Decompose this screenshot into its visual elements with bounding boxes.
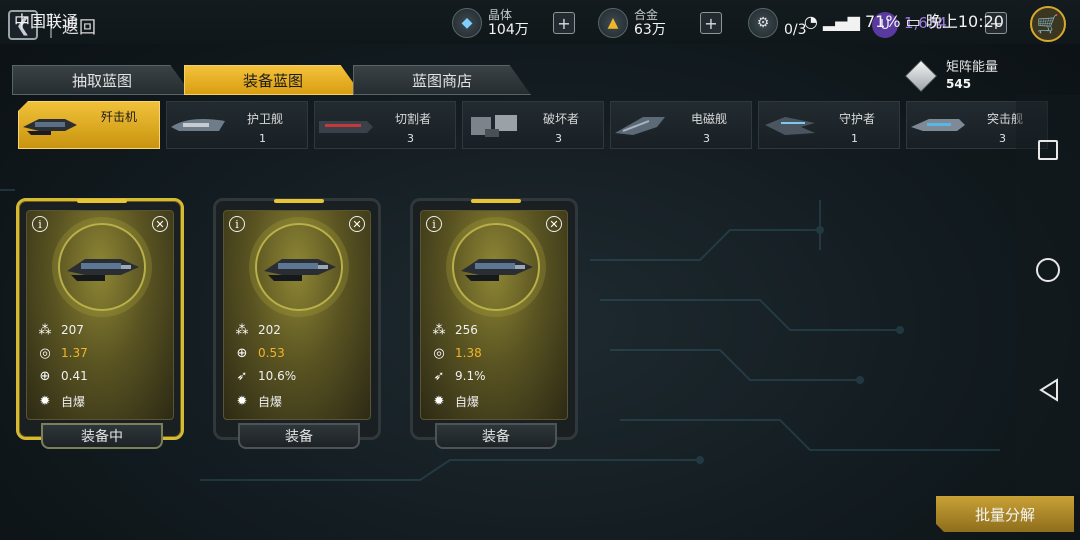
- add-crystal-button[interactable]: +: [553, 12, 575, 34]
- energy-value: 545: [946, 77, 972, 91]
- ship-type-name: 电磁舰: [691, 112, 728, 126]
- ship-type-count: 3: [999, 132, 1006, 145]
- stat-skill: ✹ 自爆: [37, 393, 85, 410]
- ship-type-name: 歼击机: [101, 110, 138, 124]
- equip-button[interactable]: 装备: [435, 423, 557, 449]
- explosion-icon: ✹: [433, 394, 445, 409]
- battery-icon: ▭: [905, 12, 921, 31]
- wifi-icon: ◔: [803, 12, 818, 31]
- emp-ship-icon: [611, 102, 673, 150]
- escort-ship-icon: [167, 102, 229, 150]
- info-icon[interactable]: i: [32, 216, 48, 232]
- engineer-icon: ⚙: [748, 8, 778, 38]
- crosshair-icon: ⊕: [236, 345, 248, 361]
- shield-icon: ◎: [39, 345, 51, 361]
- ship-type-count: 1: [259, 132, 266, 145]
- tab-equip-blueprint[interactable]: 装备蓝图: [184, 65, 362, 95]
- stat-hp: ⁂ 256: [432, 322, 478, 338]
- bulk-dismantle-button[interactable]: 批量分解: [936, 496, 1074, 532]
- energy-label: 矩阵能量: [946, 60, 999, 75]
- tab-draw-blueprint[interactable]: 抽取蓝图: [12, 65, 192, 95]
- battery-percent: 71%: [865, 12, 901, 31]
- cutter-ship-icon: [315, 102, 377, 150]
- cube-icon: [905, 60, 937, 92]
- hp-icon: ⁂: [235, 322, 249, 338]
- ship-type-count: 3: [407, 132, 414, 145]
- info-icon[interactable]: i: [229, 216, 245, 232]
- stat-crit: ➶ 10.6%: [234, 368, 297, 384]
- fighter-ship-icon: [67, 259, 139, 281]
- stat-armor: ◎ 1.38: [431, 345, 481, 361]
- crystal-label: 晶体: [488, 8, 513, 22]
- ship-type-guardian[interactable]: 守护者 1: [758, 101, 900, 149]
- close-icon[interactable]: ✕: [546, 216, 562, 232]
- alloy-resource: ▲ 合金 63万: [598, 6, 666, 40]
- recent-apps-icon[interactable]: [1038, 140, 1058, 160]
- missile-icon: ➶: [236, 368, 248, 384]
- tab-blueprint-shop[interactable]: 蓝图商店: [353, 65, 531, 95]
- hp-icon: ⁂: [432, 322, 446, 338]
- hp-icon: ⁂: [38, 322, 52, 338]
- ship-type-escort[interactable]: 护卫舰 1: [166, 101, 308, 149]
- signal-icon: ▂▄▆: [822, 12, 860, 31]
- crystal-resource: ◆ 晶体 104万: [452, 6, 529, 40]
- ship-type-list: 歼击机 护卫舰 1 切割者 3 破坏者 3 电磁舰 3 守护者 1 突击舰 3: [18, 101, 1050, 149]
- stat-armor: ◎ 1.37: [37, 345, 87, 361]
- shop-cart-icon[interactable]: 🛒: [1030, 6, 1066, 42]
- equip-button[interactable]: 装备: [238, 423, 360, 449]
- explosion-icon: ✹: [236, 394, 248, 409]
- explosion-icon: ✹: [39, 394, 51, 409]
- destroyer-ship-icon: [463, 102, 525, 150]
- blueprint-card[interactable]: i ✕ ⁂ 256 ◎ 1.38 ➶ 9.1% ✹ 自爆 装备: [410, 198, 578, 449]
- crosshair-icon: ⊕: [39, 368, 51, 384]
- ship-type-emp[interactable]: 电磁舰 3: [610, 101, 752, 149]
- clock: 晚上10:20: [925, 12, 1004, 31]
- add-alloy-button[interactable]: +: [700, 12, 722, 34]
- ship-type-fighter[interactable]: 歼击机: [18, 101, 160, 149]
- home-icon[interactable]: [1036, 258, 1060, 282]
- blueprint-card[interactable]: i ✕ ⁂ 207 ◎ 1.37 ⊕ 0.41 ✹ 自爆 装备中: [16, 198, 184, 449]
- fighter-ship-icon: [19, 102, 81, 149]
- stat-accuracy: ⊕ 0.41: [37, 368, 88, 384]
- stat-skill: ✹ 自爆: [431, 393, 479, 410]
- alloy-icon: ▲: [598, 8, 628, 38]
- ship-type-name: 破坏者: [543, 112, 580, 126]
- equipped-button[interactable]: 装备中: [41, 423, 163, 449]
- carrier-name: 中国联通: [14, 12, 79, 31]
- guardian-ship-icon: [759, 102, 821, 150]
- crystal-icon: ◆: [452, 8, 482, 38]
- info-icon[interactable]: i: [426, 216, 442, 232]
- ship-type-name: 护卫舰: [247, 112, 284, 126]
- alloy-label: 合金: [634, 8, 659, 22]
- ship-type-name: 切割者: [395, 112, 432, 126]
- game-screen: ❮ 返回 中国联通 ◆ 晶体 104万 + ▲ 合金 63万 + ⚙ 0/3 U…: [0, 0, 1080, 540]
- ship-type-count: 1: [851, 132, 858, 145]
- crystal-value: 104万: [488, 22, 529, 38]
- alloy-value: 63万: [634, 22, 666, 38]
- ship-type-cutter[interactable]: 切割者 3: [314, 101, 456, 149]
- fighter-ship-icon: [264, 259, 336, 281]
- assault-ship-icon: [907, 102, 969, 150]
- stat-accuracy: ⊕ 0.53: [234, 345, 285, 361]
- stat-hp: ⁂ 202: [235, 322, 281, 338]
- fighter-ship-icon: [461, 259, 533, 281]
- stat-skill: ✹ 自爆: [234, 393, 282, 410]
- shield-icon: ◎: [433, 345, 445, 361]
- blueprint-card[interactable]: i ✕ ⁂ 202 ⊕ 0.53 ➶ 10.6% ✹ 自爆 装备: [213, 198, 381, 449]
- matrix-energy: 矩阵能量 545: [905, 60, 999, 92]
- back-nav-icon[interactable]: [1038, 378, 1060, 402]
- missile-icon: ➶: [433, 368, 445, 384]
- status-right: ◔ ▂▄▆ 71% ▭ 晚上10:20: [804, 8, 1004, 32]
- slots-resource: ⚙ 0/3: [748, 6, 807, 40]
- stat-hp: ⁂ 207: [38, 322, 84, 338]
- ship-type-destroyer[interactable]: 破坏者 3: [462, 101, 604, 149]
- ship-type-count: 3: [555, 132, 562, 145]
- ship-type-count: 3: [703, 132, 710, 145]
- close-icon[interactable]: ✕: [152, 216, 168, 232]
- ship-type-name: 守护者: [839, 112, 876, 126]
- close-icon[interactable]: ✕: [349, 216, 365, 232]
- stat-crit: ➶ 9.1%: [431, 368, 486, 384]
